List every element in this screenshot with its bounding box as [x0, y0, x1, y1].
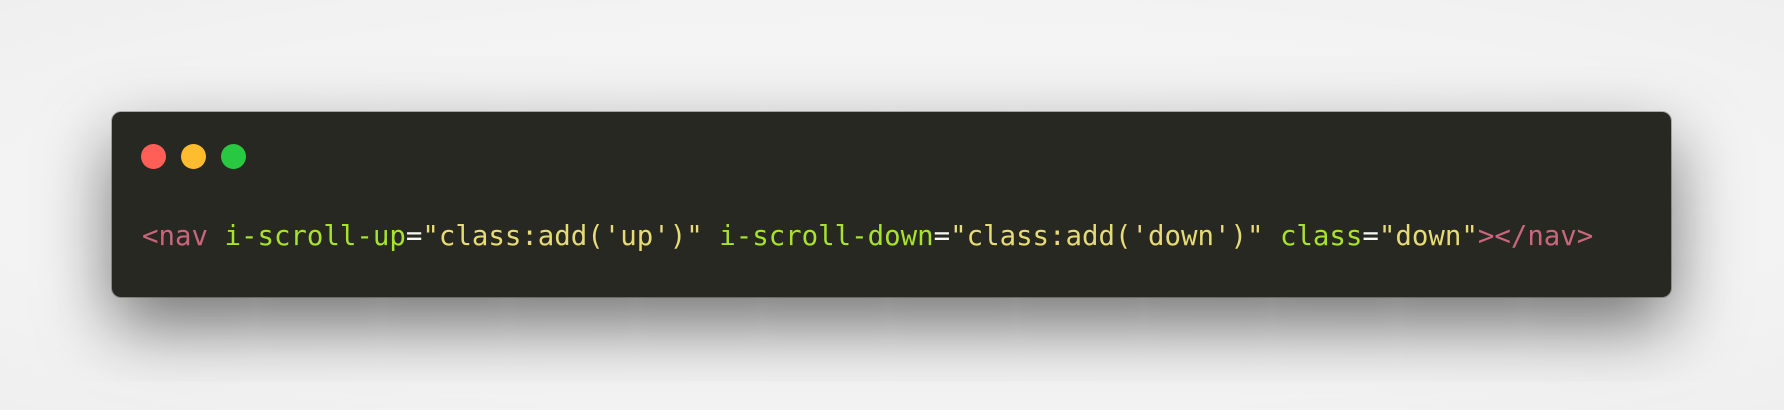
code-snippet: <nav i-scroll-up="class:add('up')" i-scr…	[142, 220, 1593, 254]
code-tag-open: <nav	[142, 221, 208, 252]
minimize-button[interactable]	[181, 144, 206, 169]
close-button[interactable]	[141, 144, 166, 169]
code-attr-value: "down"	[1378, 221, 1478, 252]
code-attr-name: i-scroll-up	[224, 221, 406, 252]
window-controls	[141, 144, 246, 169]
code-attr-value: "class:add('down')"	[950, 221, 1264, 252]
code-equals: =	[405, 221, 423, 252]
code-equals: =	[1362, 221, 1379, 252]
code-equals: =	[933, 221, 951, 252]
code-window: <nav i-scroll-up="class:add('up')" i-scr…	[112, 112, 1671, 297]
zoom-button[interactable]	[221, 144, 246, 169]
code-attr-name: i-scroll-down	[719, 221, 934, 252]
code-attr-name: class	[1279, 221, 1363, 252]
code-attr-value: "class:add('up')"	[422, 221, 703, 252]
code-tag-close: ></nav>	[1477, 221, 1594, 252]
